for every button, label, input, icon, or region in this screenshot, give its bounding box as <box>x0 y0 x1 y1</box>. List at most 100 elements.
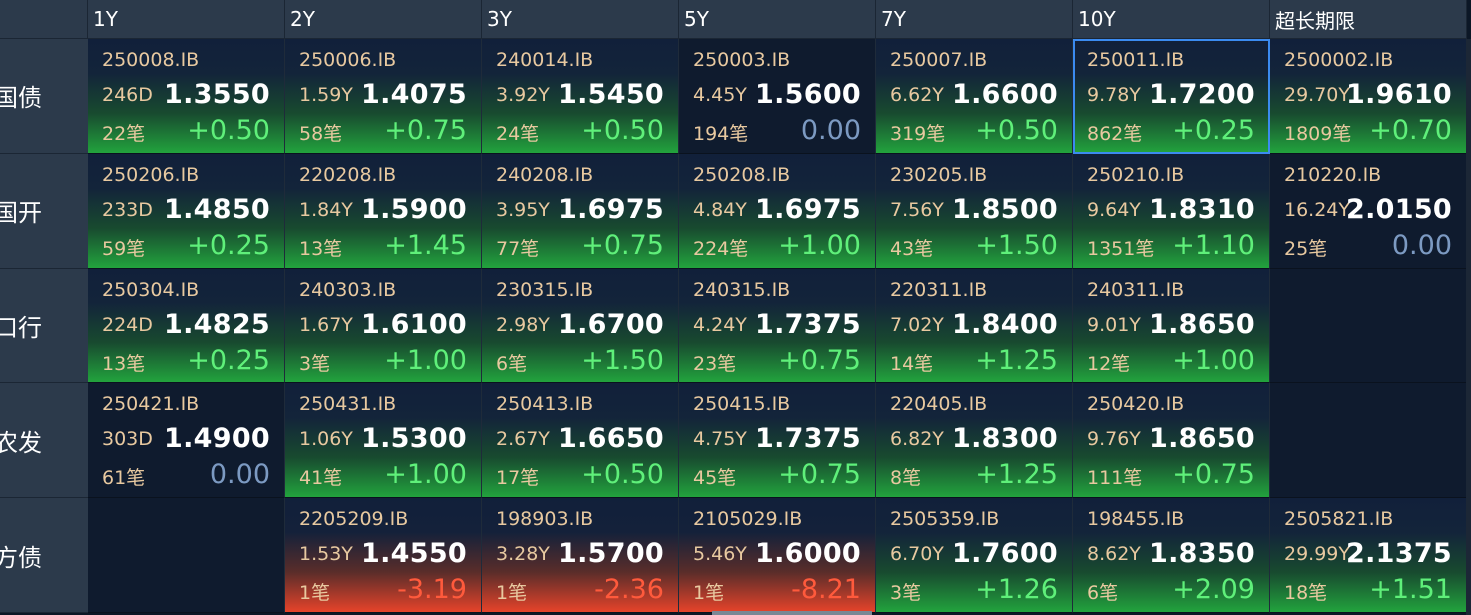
column-header-4[interactable]: 7Y <box>876 0 1073 39</box>
bond-code: 250007.IB <box>890 49 988 71</box>
bond-code: 230315.IB <box>496 278 594 301</box>
horizontal-scrollbar[interactable] <box>712 611 872 615</box>
remaining-tenor: 3.95Y <box>496 198 550 221</box>
bond-quote-cell[interactable]: 250011.IB 9.78Y 1.7200 862笔 +0.25 <box>1073 39 1270 154</box>
bond-code: 250003.IB <box>693 49 791 71</box>
bond-code: 240014.IB <box>496 49 594 71</box>
bond-quote-cell[interactable]: 250208.IB 4.84Y 1.6975 224笔 +1.00 <box>679 153 876 269</box>
remaining-tenor: 1.84Y <box>299 198 353 221</box>
yield-price: 1.4825 <box>164 308 270 340</box>
bond-quote-cell[interactable]: 250304.IB 224D 1.4825 13笔 +0.25 <box>88 268 285 384</box>
yield-change: +0.50 <box>975 115 1058 146</box>
column-header-6[interactable]: 超长期限 <box>1270 0 1467 39</box>
bond-quote-cell[interactable]: 2105029.IB 5.46Y 1.6000 1笔 -8.21 <box>679 498 876 613</box>
bond-quote-cell[interactable]: 2205209.IB 1.53Y 1.4550 1笔 -3.19 <box>285 498 482 613</box>
yield-price: 1.4900 <box>164 423 270 455</box>
bond-quote-cell[interactable]: 250003.IB 4.45Y 1.5600 194笔 0.00 <box>679 39 876 154</box>
column-header-3[interactable]: 5Y <box>679 0 876 39</box>
trade-count: 6笔 <box>496 352 528 375</box>
yield-change: +1.50 <box>975 229 1058 261</box>
bond-code: 240311.IB <box>1087 278 1185 301</box>
bond-quote-cell[interactable]: 250413.IB 2.67Y 1.6650 17笔 +0.50 <box>482 383 679 499</box>
yield-change: 0.00 <box>800 115 861 146</box>
yield-change: +0.70 <box>1369 115 1452 146</box>
row-label[interactable]: 地方债 <box>0 498 88 613</box>
bond-quote-cell[interactable]: 240303.IB 1.67Y 1.6100 3笔 +1.00 <box>285 268 482 384</box>
bond-quote-cell[interactable]: 250415.IB 4.75Y 1.7375 45笔 +0.75 <box>679 383 876 499</box>
yield-change: 0.00 <box>1391 229 1452 261</box>
yield-price: 1.6975 <box>558 193 664 225</box>
trade-count: 3笔 <box>299 352 331 375</box>
trade-count: 1笔 <box>693 582 725 605</box>
yield-change: +0.25 <box>187 344 270 376</box>
yield-price: 1.6650 <box>558 423 664 455</box>
bond-quote-cell[interactable]: 250006.IB 1.59Y 1.4075 58笔 +0.75 <box>285 39 482 154</box>
yield-change: +2.09 <box>1172 574 1255 606</box>
remaining-tenor: 9.76Y <box>1087 428 1141 451</box>
bond-quote-cell[interactable]: 220405.IB 6.82Y 1.8300 8笔 +1.25 <box>876 383 1073 499</box>
bond-quote-cell[interactable]: 250008.IB 246D 1.3550 22笔 +0.50 <box>88 39 285 154</box>
yield-price: 1.8350 <box>1149 538 1255 570</box>
bond-quote-cell[interactable]: 230315.IB 2.98Y 1.6700 6笔 +1.50 <box>482 268 679 384</box>
column-header-5[interactable]: 10Y <box>1073 0 1270 39</box>
yield-change: +1.25 <box>975 344 1058 376</box>
yield-price: 1.8300 <box>952 423 1058 455</box>
column-header-0[interactable]: 1Y <box>88 0 285 39</box>
yield-price: 1.8310 <box>1149 193 1255 225</box>
yield-change: +0.75 <box>581 229 664 261</box>
bond-quote-cell[interactable]: 240315.IB 4.24Y 1.7375 23笔 +0.75 <box>679 268 876 384</box>
trade-count: 22笔 <box>102 123 146 145</box>
row-label[interactable]: 口行 <box>0 268 88 384</box>
trade-count: 1笔 <box>496 582 528 605</box>
yield-change: -8.21 <box>791 574 861 606</box>
trade-count: 17笔 <box>496 467 540 490</box>
yield-change: +0.75 <box>778 344 861 376</box>
bond-quote-cell[interactable]: 250420.IB 9.76Y 1.8650 111笔 +0.75 <box>1073 383 1270 499</box>
yield-price: 1.4850 <box>164 193 270 225</box>
bond-quote-cell[interactable]: 2505359.IB 6.70Y 1.7600 3笔 +1.26 <box>876 498 1073 613</box>
yield-price: 1.3550 <box>164 79 270 110</box>
yield-price: 1.5700 <box>558 538 664 570</box>
bond-quote-cell[interactable]: 240014.IB 3.92Y 1.5450 24笔 +0.50 <box>482 39 679 154</box>
yield-change: +1.00 <box>1172 344 1255 376</box>
bond-quote-cell[interactable]: 250210.IB 9.64Y 1.8310 1351笔 +1.10 <box>1073 153 1270 269</box>
trade-count: 43笔 <box>890 237 934 260</box>
remaining-tenor: 6.70Y <box>890 543 944 566</box>
yield-change: +0.75 <box>778 459 861 491</box>
row-label[interactable]: 国开 <box>0 153 88 269</box>
yield-change: 0.00 <box>209 459 270 491</box>
bond-code: 250420.IB <box>1087 393 1185 416</box>
remaining-tenor: 1.06Y <box>299 428 353 451</box>
bond-quote-cell[interactable]: 2505821.IB 29.99Y 2.1375 18笔 +1.51 <box>1270 498 1467 613</box>
yield-change: -2.36 <box>594 574 664 606</box>
bond-quote-cell[interactable]: 230205.IB 7.56Y 1.8500 43笔 +1.50 <box>876 153 1073 269</box>
yield-change: +0.25 <box>187 229 270 261</box>
bond-quote-cell[interactable]: 2500002.IB 29.70Y 1.9610 1809笔 +0.70 <box>1270 39 1467 154</box>
trade-count: 13笔 <box>299 237 343 260</box>
bond-quote-cell[interactable]: 250206.IB 233D 1.4850 59笔 +0.25 <box>88 153 285 269</box>
column-header-1[interactable]: 2Y <box>285 0 482 39</box>
header-corner <box>0 0 88 39</box>
yield-change: +0.50 <box>187 115 270 146</box>
row-label[interactable]: 农发 <box>0 383 88 499</box>
yield-price: 1.7375 <box>755 423 861 455</box>
bond-quote-cell[interactable]: 250421.IB 303D 1.4900 61笔 0.00 <box>88 383 285 499</box>
row-label[interactable]: 国债 <box>0 39 88 154</box>
bond-quote-cell[interactable]: 240208.IB 3.95Y 1.6975 77笔 +0.75 <box>482 153 679 269</box>
bond-quote-cell[interactable]: 198455.IB 8.62Y 1.8350 6笔 +2.09 <box>1073 498 1270 613</box>
bond-quote-cell[interactable]: 250007.IB 6.62Y 1.6600 319笔 +0.50 <box>876 39 1073 154</box>
bond-code: 198455.IB <box>1087 508 1185 531</box>
vertical-scrollbar-track[interactable] <box>1466 39 1471 615</box>
bond-quote-cell[interactable]: 220311.IB 7.02Y 1.8400 14笔 +1.25 <box>876 268 1073 384</box>
yield-change: +1.00 <box>778 229 861 261</box>
remaining-tenor: 303D <box>102 428 153 451</box>
column-header-2[interactable]: 3Y <box>482 0 679 39</box>
trade-count: 14笔 <box>890 352 934 375</box>
bond-quote-cell[interactable]: 198903.IB 3.28Y 1.5700 1笔 -2.36 <box>482 498 679 613</box>
remaining-tenor: 4.24Y <box>693 313 747 336</box>
bond-quote-cell[interactable]: 250431.IB 1.06Y 1.5300 41笔 +1.00 <box>285 383 482 499</box>
bond-quote-cell[interactable]: 220208.IB 1.84Y 1.5900 13笔 +1.45 <box>285 153 482 269</box>
bond-quote-cell[interactable]: 210220.IB 16.24Y 2.0150 25笔 0.00 <box>1270 153 1467 269</box>
remaining-tenor: 3.92Y <box>496 84 550 106</box>
bond-quote-cell[interactable]: 240311.IB 9.01Y 1.8650 12笔 +1.00 <box>1073 268 1270 384</box>
